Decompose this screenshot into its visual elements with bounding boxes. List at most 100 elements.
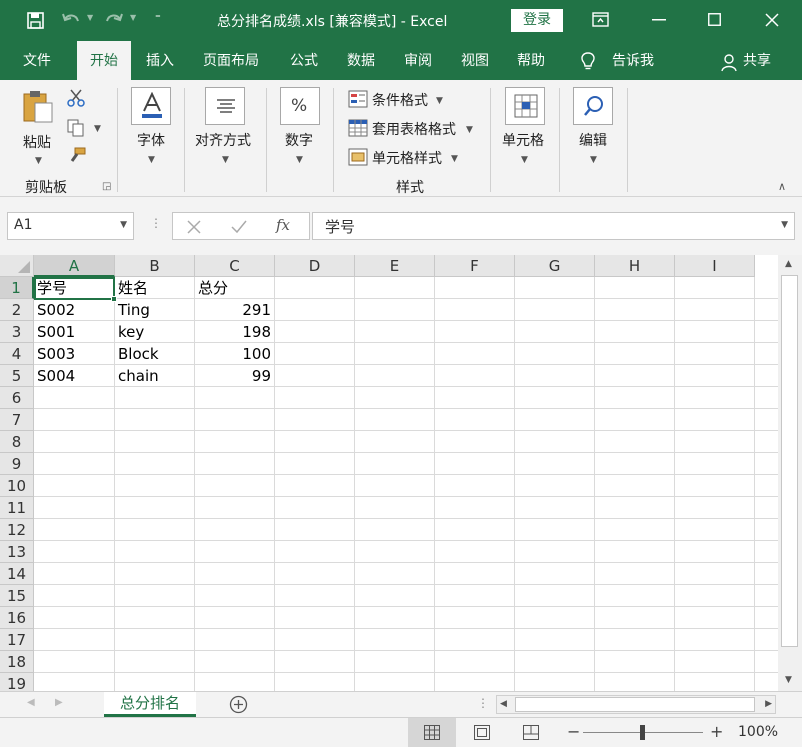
zoom-slider[interactable] <box>583 725 703 740</box>
customize-qat-icon[interactable]: ⁼ <box>155 11 161 24</box>
row-header-12[interactable]: 12 <box>0 519 34 541</box>
conditional-format-dropdown-icon[interactable]: ▼ <box>436 96 443 106</box>
row-header-9[interactable]: 9 <box>0 453 34 475</box>
horizontal-scroll-thumb[interactable] <box>515 697 755 712</box>
cell-b2[interactable]: Ting <box>115 299 194 321</box>
tell-me-box[interactable]: 告诉我 <box>612 41 654 80</box>
collapse-ribbon-icon[interactable]: ∧ <box>778 180 786 193</box>
formula-input[interactable]: 学号 ▼ <box>312 212 795 240</box>
login-button[interactable]: 登录 <box>511 9 563 32</box>
cells-dropdown-icon[interactable]: ▼ <box>521 155 528 165</box>
cells-label[interactable]: 单元格 <box>502 130 544 150</box>
column-header-d[interactable]: D <box>275 255 355 277</box>
scroll-up-icon[interactable]: ▲ <box>785 259 792 269</box>
number-label[interactable]: 数字 <box>285 130 313 150</box>
insert-function-icon[interactable]: fx <box>276 216 290 234</box>
alignment-label[interactable]: 对齐方式 <box>195 130 251 150</box>
row-header-15[interactable]: 15 <box>0 585 34 607</box>
font-dropdown-icon[interactable]: ▼ <box>148 155 155 165</box>
row-header-5[interactable]: 5 <box>0 365 34 387</box>
row-header-2[interactable]: 2 <box>0 299 34 321</box>
cell-c5[interactable]: 99 <box>195 365 274 387</box>
row-header-11[interactable]: 11 <box>0 497 34 519</box>
undo-dropdown-icon[interactable]: ▼ <box>87 13 93 22</box>
cell-b3[interactable]: key <box>115 321 194 343</box>
row-header-1[interactable]: 1 <box>0 277 34 299</box>
scroll-left-icon[interactable]: ◀ <box>500 699 507 709</box>
vertical-scroll-thumb[interactable] <box>781 275 798 647</box>
clipboard-launcher-icon[interactable]: ◲ <box>102 181 111 192</box>
enter-check-icon[interactable] <box>231 220 247 234</box>
row-header-6[interactable]: 6 <box>0 387 34 409</box>
sheet-tab-active[interactable]: 总分排名 <box>104 692 196 717</box>
zoom-slider-thumb[interactable] <box>640 725 645 740</box>
format-as-table-button[interactable]: 套用表格格式 <box>372 119 456 139</box>
maximize-icon[interactable] <box>708 13 721 26</box>
editing-label[interactable]: 编辑 <box>579 130 607 150</box>
name-box[interactable]: A1 ▼ <box>7 212 134 240</box>
page-layout-view-icon[interactable] <box>474 725 490 740</box>
row-header-10[interactable]: 10 <box>0 475 34 497</box>
cell-b5[interactable]: chain <box>115 365 194 387</box>
horizontal-scrollbar[interactable]: ◀ ▶ <box>496 695 776 714</box>
column-header-e[interactable]: E <box>355 255 435 277</box>
cell-a3[interactable]: S001 <box>34 321 114 343</box>
close-icon[interactable] <box>765 13 779 27</box>
tab-view[interactable]: 视图 <box>461 41 489 80</box>
row-header-3[interactable]: 3 <box>0 321 34 343</box>
tab-insert[interactable]: 插入 <box>146 41 174 80</box>
zoom-out-icon[interactable]: − <box>567 722 580 741</box>
cell-a5[interactable]: S004 <box>34 365 114 387</box>
prev-sheet-icon[interactable]: ◀ <box>27 697 35 708</box>
column-header-b[interactable]: B <box>115 255 195 277</box>
vertical-scrollbar[interactable]: ▲ ▼ <box>778 255 802 691</box>
paste-label[interactable]: 粘贴 <box>23 132 51 152</box>
font-button[interactable] <box>131 87 171 125</box>
zoom-in-icon[interactable]: + <box>710 722 723 741</box>
row-header-8[interactable]: 8 <box>0 431 34 453</box>
expand-formula-bar-icon[interactable]: ▼ <box>781 220 788 230</box>
minimize-icon[interactable] <box>652 19 666 21</box>
share-button[interactable]: 共享 <box>743 41 771 80</box>
font-label[interactable]: 字体 <box>137 130 165 150</box>
cell-styles-dropdown-icon[interactable]: ▼ <box>451 154 458 164</box>
redo-dropdown-icon[interactable]: ▼ <box>130 13 136 22</box>
cut-icon[interactable] <box>67 89 85 107</box>
tab-data[interactable]: 数据 <box>347 41 375 80</box>
select-all-corner[interactable] <box>0 255 34 277</box>
ribbon-display-options-icon[interactable] <box>592 12 609 27</box>
number-dropdown-icon[interactable]: ▼ <box>296 155 303 165</box>
format-painter-icon[interactable] <box>68 147 86 165</box>
column-header-g[interactable]: G <box>515 255 595 277</box>
name-box-dropdown-icon[interactable]: ▼ <box>120 220 127 230</box>
cell-c3[interactable]: 198 <box>195 321 274 343</box>
alignment-button[interactable] <box>205 87 245 125</box>
row-header-7[interactable]: 7 <box>0 409 34 431</box>
tab-help[interactable]: 帮助 <box>517 41 545 80</box>
row-header-13[interactable]: 13 <box>0 541 34 563</box>
format-as-table-dropdown-icon[interactable]: ▼ <box>466 125 473 135</box>
cell-c1[interactable]: 总分 <box>195 277 274 299</box>
row-header-14[interactable]: 14 <box>0 563 34 585</box>
redo-icon[interactable] <box>104 11 124 29</box>
normal-view-button[interactable] <box>408 718 456 747</box>
cell-c2[interactable]: 291 <box>195 299 274 321</box>
paste-dropdown-icon[interactable]: ▼ <box>35 156 42 166</box>
tab-file[interactable]: 文件 <box>23 41 51 80</box>
column-header-a[interactable]: A <box>34 255 115 277</box>
zoom-level[interactable]: 100% <box>738 724 778 740</box>
tab-formulas[interactable]: 公式 <box>290 41 318 80</box>
tab-page-layout[interactable]: 页面布局 <box>203 41 259 80</box>
column-header-h[interactable]: H <box>595 255 675 277</box>
cell-c4[interactable]: 100 <box>195 343 274 365</box>
cell-a4[interactable]: S003 <box>34 343 114 365</box>
cell-a2[interactable]: S002 <box>34 299 114 321</box>
save-icon[interactable] <box>27 12 44 29</box>
row-header-17[interactable]: 17 <box>0 629 34 651</box>
editing-dropdown-icon[interactable]: ▼ <box>590 155 597 165</box>
cancel-icon[interactable] <box>187 220 201 234</box>
next-sheet-icon[interactable]: ▶ <box>55 697 63 708</box>
new-sheet-icon[interactable] <box>229 695 248 714</box>
row-header-4[interactable]: 4 <box>0 343 34 365</box>
cell-styles-button[interactable]: 单元格样式 <box>372 148 442 168</box>
